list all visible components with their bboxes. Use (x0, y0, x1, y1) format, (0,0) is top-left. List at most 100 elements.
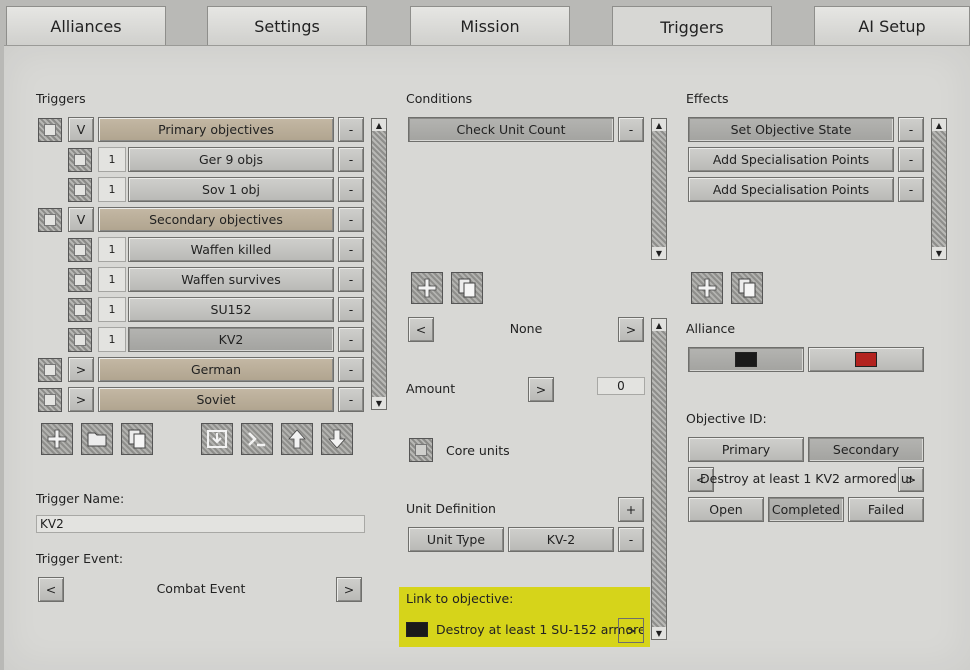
amount-compare-button[interactable]: > (528, 377, 554, 402)
scroll-up-icon[interactable]: ▲ (652, 119, 666, 131)
trigger-checkbox[interactable] (38, 118, 62, 142)
plus-icon[interactable] (691, 272, 723, 304)
trigger-group-soviet[interactable]: Soviet (98, 387, 334, 412)
trigger-checkbox[interactable] (68, 238, 92, 262)
condition-prev-button[interactable]: < (408, 317, 434, 342)
remove-condition-button[interactable]: - (618, 117, 644, 142)
remove-effect-button[interactable]: - (898, 117, 924, 142)
scroll-up-icon[interactable]: ▲ (932, 119, 946, 131)
scroll-down-icon[interactable]: ▼ (372, 397, 386, 409)
remove-trigger-button[interactable]: - (338, 207, 364, 232)
tab-triggers[interactable]: Triggers (612, 6, 772, 48)
condition-check-unit-count[interactable]: Check Unit Count (408, 117, 614, 142)
event-prev-button[interactable]: < (38, 577, 64, 602)
effects-scrollbar[interactable]: ▲ ▼ (931, 118, 947, 260)
trigger-name-label: Trigger Name: (36, 491, 125, 506)
effect-add-specialisation-points[interactable]: Add Specialisation Points (688, 147, 894, 172)
copy-icon[interactable] (731, 272, 763, 304)
event-next-button[interactable]: > (336, 577, 362, 602)
trigger-expand-toggle[interactable]: > (68, 387, 94, 412)
alliance-option-1[interactable] (688, 347, 804, 372)
copy-icon[interactable] (121, 423, 153, 455)
link-objective-label: Link to objective: (406, 591, 514, 606)
alliance-option-2[interactable] (808, 347, 924, 372)
trigger-checkbox[interactable] (68, 268, 92, 292)
remove-trigger-button[interactable]: - (338, 327, 364, 352)
arrow-up-icon[interactable] (281, 423, 313, 455)
effect-add-specialisation-points[interactable]: Add Specialisation Points (688, 177, 894, 202)
amount-input[interactable]: 0 (597, 377, 645, 395)
tab-ai-setup[interactable]: AI Setup (814, 6, 970, 46)
trigger-checkbox[interactable] (38, 388, 62, 412)
condition-details-scrollbar[interactable]: ▲ ▼ (651, 318, 667, 640)
tab-mission[interactable]: Mission (410, 6, 570, 46)
link-objective-color-swatch (406, 622, 428, 637)
tab-alliances[interactable]: Alliances (6, 6, 166, 46)
remove-trigger-button[interactable]: - (338, 267, 364, 292)
triggers-scrollbar[interactable]: ▲ ▼ (371, 118, 387, 410)
import-icon[interactable] (201, 423, 233, 455)
remove-trigger-button[interactable]: - (338, 357, 364, 382)
remove-unit-definition-button[interactable]: - (618, 527, 644, 552)
objective-secondary-button[interactable]: Secondary (808, 437, 924, 462)
folder-icon[interactable] (81, 423, 113, 455)
trigger-item[interactable]: SU152 (128, 297, 334, 322)
scroll-up-icon[interactable]: ▲ (652, 319, 666, 331)
trigger-item[interactable]: Ger 9 objs (128, 147, 334, 172)
objective-state-completed[interactable]: Completed (768, 497, 844, 522)
trigger-group-secondary[interactable]: Secondary objectives (98, 207, 334, 232)
copy-icon[interactable] (451, 272, 483, 304)
scroll-down-icon[interactable]: ▼ (652, 247, 666, 259)
remove-trigger-button[interactable]: - (338, 117, 364, 142)
unit-type-button[interactable]: Unit Type (408, 527, 504, 552)
scroll-up-icon[interactable]: ▲ (372, 119, 386, 131)
trigger-expand-toggle[interactable]: V (68, 207, 94, 232)
trigger-group-german[interactable]: German (98, 357, 334, 382)
objective-id-label: Objective ID: (686, 411, 767, 426)
trigger-checkbox[interactable] (68, 148, 92, 172)
remove-trigger-button[interactable]: - (338, 177, 364, 202)
trigger-item-selected[interactable]: KV2 (128, 327, 334, 352)
trigger-item[interactable]: Waffen survives (128, 267, 334, 292)
objective-primary-button[interactable]: Primary (688, 437, 804, 462)
core-units-checkbox[interactable] (409, 438, 433, 462)
trigger-expand-toggle[interactable]: V (68, 117, 94, 142)
core-units-label: Core units (446, 443, 510, 458)
triggers-title: Triggers (36, 91, 86, 106)
trigger-expand-toggle[interactable]: > (68, 357, 94, 382)
condition-next-button[interactable]: > (618, 317, 644, 342)
remove-trigger-button[interactable]: - (338, 147, 364, 172)
trigger-checkbox[interactable] (38, 208, 62, 232)
remove-effect-button[interactable]: - (898, 147, 924, 172)
tab-label: Mission (460, 17, 520, 36)
unit-definition-label: Unit Definition (406, 501, 496, 516)
conditions-scrollbar[interactable]: ▲ ▼ (651, 118, 667, 260)
trigger-checkbox[interactable] (38, 358, 62, 382)
remove-trigger-button[interactable]: - (338, 297, 364, 322)
console-icon[interactable] (241, 423, 273, 455)
arrow-down-icon[interactable] (321, 423, 353, 455)
unit-type-value[interactable]: KV-2 (508, 527, 614, 552)
link-objective-next-button[interactable]: > (618, 618, 644, 643)
plus-icon[interactable] (411, 272, 443, 304)
remove-trigger-button[interactable]: - (338, 387, 364, 412)
effect-set-objective-state[interactable]: Set Objective State (688, 117, 894, 142)
tab-settings[interactable]: Settings (207, 6, 367, 46)
trigger-item[interactable]: Waffen killed (128, 237, 334, 262)
objective-state-open[interactable]: Open (688, 497, 764, 522)
remove-effect-button[interactable]: - (898, 177, 924, 202)
add-unit-definition-button[interactable]: + (618, 497, 644, 522)
scroll-down-icon[interactable]: ▼ (932, 247, 946, 259)
trigger-name-input[interactable]: KV2 (36, 515, 365, 533)
scroll-down-icon[interactable]: ▼ (652, 627, 666, 639)
trigger-group-primary[interactable]: Primary objectives (98, 117, 334, 142)
plus-icon[interactable] (41, 423, 73, 455)
trigger-checkbox[interactable] (68, 328, 92, 352)
trigger-count: 1 (98, 237, 126, 262)
objective-state-failed[interactable]: Failed (848, 497, 924, 522)
trigger-checkbox[interactable] (68, 178, 92, 202)
alliance-color-swatch (855, 352, 877, 367)
remove-trigger-button[interactable]: - (338, 237, 364, 262)
trigger-checkbox[interactable] (68, 298, 92, 322)
trigger-item[interactable]: Sov 1 obj (128, 177, 334, 202)
